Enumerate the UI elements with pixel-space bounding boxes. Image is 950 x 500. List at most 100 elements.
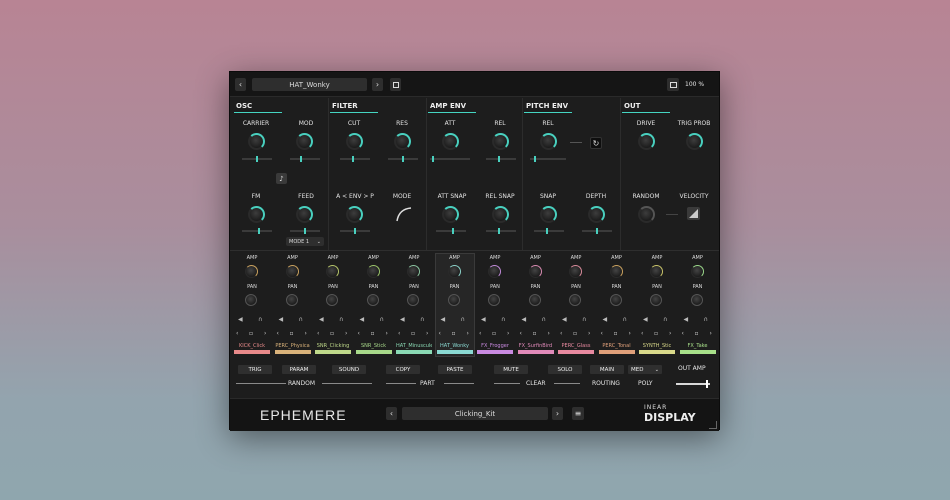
amp-rel-slider[interactable]: [486, 156, 516, 162]
chevron-right-icon[interactable]: ›: [588, 330, 590, 337]
channel-amp-knob[interactable]: [569, 265, 582, 278]
sound-button[interactable]: SOUND: [332, 365, 366, 374]
headphones-icon[interactable]: ∩: [299, 316, 303, 323]
filter-curve-icon[interactable]: [396, 206, 412, 222]
square-icon[interactable]: ▫: [290, 330, 294, 337]
res-slider[interactable]: [388, 156, 418, 162]
square-icon[interactable]: ▫: [573, 330, 577, 337]
pitch-rel-knob[interactable]: [540, 133, 557, 150]
speaker-icon[interactable]: ◀: [684, 316, 689, 323]
headphones-icon[interactable]: ∩: [461, 316, 465, 323]
channel-pan-knob[interactable]: [407, 294, 419, 306]
channel-amp-knob[interactable]: [528, 265, 542, 278]
speaker-icon[interactable]: ◀: [562, 316, 567, 323]
square-icon[interactable]: ▫: [371, 330, 375, 337]
channel-strip[interactable]: AMP PAN ◀ ∩ ‹ ▫ › SYNTH_Stic: [638, 254, 676, 356]
headphones-icon[interactable]: ∩: [623, 316, 627, 323]
channel-amp-knob[interactable]: [650, 265, 663, 278]
square-icon[interactable]: ▫: [330, 330, 334, 337]
channel-pan-knob[interactable]: [650, 294, 662, 306]
channel-pan-knob[interactable]: [569, 294, 581, 306]
channel-amp-knob[interactable]: [407, 265, 420, 278]
depth-knob[interactable]: [588, 206, 605, 223]
chevron-right-icon[interactable]: ›: [629, 330, 631, 337]
channel-amp-knob[interactable]: [609, 265, 623, 278]
square-icon[interactable]: ▫: [695, 330, 699, 337]
osc-mode-select[interactable]: MODE 1 ⌄: [286, 237, 324, 246]
channel-pan-knob[interactable]: [366, 294, 379, 306]
channel-amp-knob[interactable]: [366, 265, 380, 278]
carrier-slider[interactable]: [242, 156, 272, 162]
snap-knob[interactable]: [540, 206, 557, 223]
headphones-icon[interactable]: ∩: [339, 316, 343, 323]
chevron-left-icon[interactable]: ‹: [236, 330, 238, 337]
next-preset-button[interactable]: ›: [372, 78, 383, 91]
cut-knob[interactable]: [346, 133, 363, 150]
resize-handle[interactable]: [709, 421, 717, 429]
chevron-left-icon[interactable]: ‹: [398, 330, 400, 337]
chevron-right-icon[interactable]: ›: [386, 330, 388, 337]
channel-strip[interactable]: AMP PAN ◀ ∩ ‹ ▫ › SNR_Clicking: [314, 254, 352, 356]
square-icon[interactable]: ▫: [492, 330, 496, 337]
chevron-left-icon[interactable]: ‹: [560, 330, 562, 337]
square-icon[interactable]: ▫: [614, 330, 618, 337]
reset-button[interactable]: ↻: [590, 137, 602, 149]
channel-amp-knob[interactable]: [690, 265, 704, 278]
main-button[interactable]: MAIN: [590, 365, 624, 374]
feed-slider[interactable]: [290, 228, 320, 234]
fm-slider[interactable]: [242, 228, 272, 234]
headphones-icon[interactable]: ∩: [420, 316, 424, 323]
speaker-icon[interactable]: ◀: [522, 316, 527, 323]
prev-preset-button[interactable]: ‹: [235, 78, 246, 91]
speaker-icon[interactable]: ◀: [319, 316, 324, 323]
headphones-icon[interactable]: ∩: [258, 316, 262, 323]
chevron-right-icon[interactable]: ›: [548, 330, 550, 337]
headphones-icon[interactable]: ∩: [704, 316, 708, 323]
square-icon[interactable]: ▫: [411, 330, 415, 337]
paste-button[interactable]: PASTE: [438, 365, 472, 374]
chevron-right-icon[interactable]: ›: [426, 330, 428, 337]
note-button[interactable]: ♪: [276, 173, 287, 184]
fm-knob[interactable]: [248, 206, 265, 223]
channel-amp-knob[interactable]: [447, 265, 461, 278]
chevron-left-icon[interactable]: ‹: [277, 330, 279, 337]
pitch-rel-slider[interactable]: [530, 156, 566, 162]
channel-pan-knob[interactable]: [245, 294, 257, 306]
att-snap-knob[interactable]: [442, 206, 459, 223]
speaker-icon[interactable]: ◀: [441, 316, 446, 323]
channel-pan-knob[interactable]: [488, 294, 500, 306]
preset-menu-button[interactable]: [390, 78, 401, 91]
snap-slider[interactable]: [534, 228, 564, 234]
rel-snap-knob[interactable]: [492, 206, 509, 223]
channel-amp-knob[interactable]: [245, 265, 258, 278]
square-icon[interactable]: ▫: [249, 330, 253, 337]
chevron-left-icon[interactable]: ‹: [520, 330, 522, 337]
cut-slider[interactable]: [340, 156, 370, 162]
square-icon[interactable]: ▫: [654, 330, 658, 337]
copy-button[interactable]: COPY: [386, 365, 420, 374]
carrier-knob[interactable]: [248, 133, 265, 150]
env-amount-knob[interactable]: [346, 206, 363, 223]
channel-amp-knob[interactable]: [285, 265, 299, 278]
channel-pan-knob[interactable]: [285, 294, 298, 306]
channel-strip[interactable]: AMP PAN ◀ ∩ ‹ ▫ › FX_Frogger: [476, 254, 514, 356]
chevron-left-icon[interactable]: ‹: [601, 330, 603, 337]
chevron-left-icon[interactable]: ‹: [317, 330, 319, 337]
kit-name[interactable]: Clicking_Kit: [402, 407, 548, 420]
channel-pan-knob[interactable]: [690, 294, 703, 306]
channel-strip[interactable]: AMP PAN ◀ ∩ ‹ ▫ › FX_SurfinBird: [517, 254, 555, 356]
res-knob[interactable]: [394, 133, 411, 150]
chevron-right-icon[interactable]: ›: [467, 330, 469, 337]
channel-strip[interactable]: AMP PAN ◀ ∩ ‹ ▫ › SNR_Stick: [355, 254, 393, 356]
chevron-left-icon[interactable]: ‹: [682, 330, 684, 337]
headphones-icon[interactable]: ∩: [542, 316, 546, 323]
trig-button[interactable]: TRIG: [238, 365, 272, 374]
speaker-icon[interactable]: ◀: [643, 316, 648, 323]
headphones-icon[interactable]: ∩: [380, 316, 384, 323]
headphones-icon[interactable]: ∩: [582, 316, 586, 323]
channel-strip[interactable]: AMP PAN ◀ ∩ ‹ ▫ › KICK_Click: [233, 254, 271, 356]
channel-strip[interactable]: AMP PAN ◀ ∩ ‹ ▫ › FX_Take: [679, 254, 717, 356]
channel-pan-knob[interactable]: [326, 294, 338, 306]
speaker-icon[interactable]: ◀: [400, 316, 405, 323]
chevron-left-icon[interactable]: ‹: [439, 330, 441, 337]
